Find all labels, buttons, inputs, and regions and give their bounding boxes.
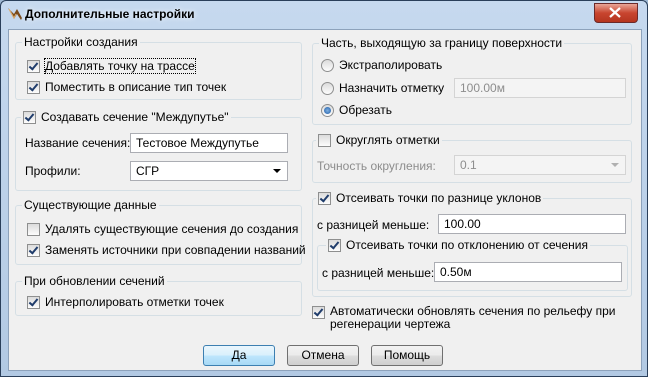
slope-filter-check[interactable] [318, 191, 331, 205]
add-point-label: Добавлять точку на трассе [44, 58, 196, 74]
interpolate-check[interactable] [27, 295, 40, 309]
creation-group-title: Настройки создания [22, 35, 140, 49]
creation-settings-group: Настройки создания Добавлять точку на тр… [15, 35, 302, 100]
cut-radio-dot[interactable] [321, 103, 334, 117]
outside-boundary-group: Часть, выходящую за границу поверхности … [312, 36, 632, 125]
rounding-checkbox[interactable]: Округлять отметки [316, 133, 442, 147]
auto-update-checkbox[interactable]: Автоматически обновлять сечения по релье… [312, 305, 615, 331]
delete-existing-label: Удалять существующие сечения до создания [45, 222, 299, 236]
auto-update-label-line2: регенерации чертежа [330, 317, 451, 331]
interpolate-label: Интерполировать отметки точек [45, 295, 224, 309]
replace-sources-check[interactable] [27, 243, 40, 257]
section-name-label: Название сечения: [25, 136, 131, 150]
assign-elevation-radio[interactable]: Назначить отметку [321, 81, 444, 95]
ok-button[interactable]: Да [203, 345, 275, 366]
create-section-checkbox[interactable]: Создавать сечение "Междупутье" [21, 110, 231, 124]
put-description-label: Поместить в описание тип точек [45, 80, 227, 94]
slope-diff-label: с разницей меньше: [317, 218, 430, 232]
app-icon [7, 6, 23, 22]
on-update-group: При обновлении сечений Интерполировать о… [15, 274, 302, 316]
create-section-group: Создавать сечение "Междупутье" Название … [15, 110, 302, 191]
outside-group-title: Часть, выходящую за границу поверхности [319, 36, 565, 50]
dialog-body: Настройки создания Добавлять точку на тр… [8, 29, 642, 371]
existing-group-title: Существующие данные [22, 198, 159, 212]
create-section-title: Создавать сечение "Междупутье" [41, 110, 229, 124]
replace-sources-checkbox[interactable]: Заменять источники при совпадении назван… [27, 243, 306, 257]
create-section-check[interactable] [23, 110, 36, 124]
assign-elevation-radio-dot[interactable] [321, 81, 334, 95]
slope-filter-checkbox[interactable]: Отсеивать точки по разнице уклонов [316, 191, 544, 205]
extrapolate-label: Экстраполировать [339, 58, 443, 72]
delete-existing-check[interactable] [27, 222, 40, 236]
window-title: Дополнительные настройки [25, 7, 195, 21]
slope-filter-group: Отсеивать точки по разнице уклонов с раз… [312, 191, 632, 297]
extrapolate-radio-dot[interactable] [321, 58, 334, 72]
deviation-filter-title: Отсеивать точки по отклонению от сечения [346, 238, 588, 252]
existing-data-group: Существующие данные Удалять существующие… [15, 198, 306, 265]
deviation-filter-checkbox[interactable]: Отсеивать точки по отклонению от сечения [326, 238, 590, 252]
deviation-filter-check[interactable] [328, 238, 341, 252]
assign-elevation-input[interactable]: 100.00м [454, 78, 626, 98]
cancel-button[interactable]: Отмена [287, 345, 359, 366]
add-point-checkbox[interactable]: Добавлять точку на трассе [27, 58, 196, 74]
help-button[interactable]: Помощь [371, 345, 443, 366]
deviation-filter-group: Отсеивать точки по отклонению от сечения… [317, 238, 628, 291]
put-description-checkbox[interactable]: Поместить в описание тип точек [27, 80, 226, 94]
assign-elevation-label: Назначить отметку [339, 81, 445, 95]
cut-radio[interactable]: Обрезать [321, 103, 392, 117]
deviation-diff-input[interactable]: 0.50м [434, 262, 622, 282]
chevron-down-icon [273, 169, 281, 173]
interpolate-checkbox[interactable]: Интерполировать отметки точек [27, 295, 224, 309]
precision-label: Точность округления: [317, 159, 436, 173]
close-button[interactable] [594, 3, 638, 23]
profiles-label: Профили: [25, 164, 81, 178]
rounding-title: Округлять отметки [336, 133, 440, 147]
title-bar[interactable]: Дополнительные настройки [1, 1, 647, 27]
update-group-title: При обновлении сечений [22, 274, 167, 288]
precision-value: 0.1 [460, 158, 477, 172]
rounding-check[interactable] [318, 133, 331, 147]
extrapolate-radio[interactable]: Экстраполировать [321, 58, 442, 72]
add-point-check[interactable] [27, 59, 40, 73]
delete-existing-checkbox[interactable]: Удалять существующие сечения до создания [27, 222, 298, 236]
chevron-down-icon [611, 163, 619, 167]
cut-label: Обрезать [339, 103, 392, 117]
deviation-diff-label: с разницей меньше: [322, 266, 435, 280]
slope-diff-input[interactable]: 100.00 [438, 214, 626, 234]
precision-select[interactable]: 0.1 [454, 155, 626, 175]
close-icon [609, 7, 621, 18]
auto-update-label: Автоматически обновлять сечения по релье… [330, 305, 615, 331]
put-description-check[interactable] [27, 80, 40, 94]
profiles-select[interactable]: СГР [130, 161, 288, 181]
auto-update-label-line1: Автоматически обновлять сечения по релье… [330, 304, 616, 318]
slope-filter-title: Отсеивать точки по разнице уклонов [336, 191, 542, 205]
replace-sources-label: Заменять источники при совпадении назван… [45, 243, 306, 257]
rounding-group: Округлять отметки Точность округления: 0… [312, 133, 632, 183]
auto-update-check[interactable] [312, 306, 325, 319]
section-name-input[interactable]: Тестовое Междупутье [130, 133, 288, 153]
profiles-value: СГР [136, 164, 160, 178]
dialog-window: Дополнительные настройки Настройки созда… [0, 0, 648, 377]
